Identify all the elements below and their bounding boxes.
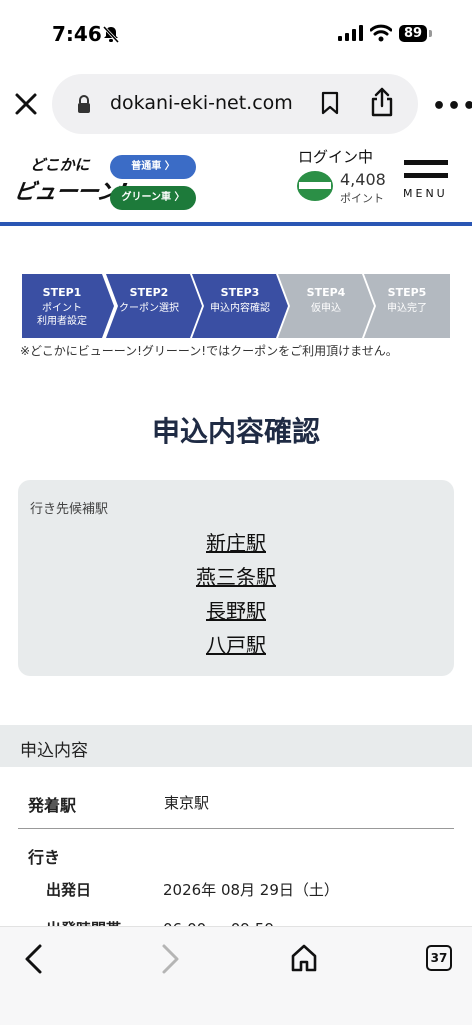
points-unit: ポイント xyxy=(340,192,384,205)
normal-car-button[interactable]: 普通車 〉 xyxy=(110,155,196,179)
station-link[interactable]: 燕三条駅 xyxy=(18,560,454,594)
station-link[interactable]: 長野駅 xyxy=(18,594,454,628)
departure-row: 発着駅 東京駅 xyxy=(18,778,454,829)
green-car-button[interactable]: グリーン車 〉 xyxy=(110,186,196,210)
lock-icon xyxy=(78,95,90,113)
close-icon[interactable] xyxy=(12,90,40,118)
signal-icon xyxy=(338,25,363,41)
wifi-icon xyxy=(370,24,392,42)
application-section-header: 申込内容 xyxy=(0,725,472,767)
step-title: STEP2 xyxy=(129,286,169,299)
section-title: 申込内容 xyxy=(20,741,88,761)
browser-toolbar: dokani-eki-net.com ••• xyxy=(0,70,472,140)
station-link[interactable]: 八戸駅 xyxy=(18,628,454,662)
step-title: STEP4 xyxy=(306,286,346,299)
bookmark-icon[interactable] xyxy=(320,91,340,115)
status-bar: 7:46 89 xyxy=(0,0,472,70)
address-bar[interactable]: dokani-eki-net.com xyxy=(52,74,418,134)
step-label: クーポン選択 xyxy=(119,303,179,314)
battery-icon: 89 xyxy=(399,25,427,42)
url-text[interactable]: dokani-eki-net.com xyxy=(110,92,300,114)
page-title: 申込内容確認 xyxy=(151,415,320,448)
step-label: 申込内容確認 xyxy=(210,303,270,314)
battery-tip xyxy=(429,30,432,37)
bell-muted-icon xyxy=(102,25,120,43)
point-logo-icon xyxy=(297,171,333,201)
step-title: STEP3 xyxy=(220,286,260,299)
step-label: 仮申込 xyxy=(311,303,341,314)
candidate-list: 新庄駅 燕三条駅 長野駅 八戸駅 xyxy=(18,526,454,662)
browser-bottom-bar: 37 xyxy=(0,926,472,1025)
site-logo[interactable]: どこかに ビューーン! xyxy=(12,154,128,210)
coupon-note: ※どこかにビューーン!グリーーン!ではクーポンをご利用頂けません。 xyxy=(20,344,398,358)
step-1: STEP1 ポイント 利用者設定 xyxy=(22,274,114,338)
step-title: STEP1 xyxy=(42,286,82,299)
step-3: STEP3 申込内容確認 xyxy=(192,274,288,338)
menu-label[interactable]: MENU xyxy=(403,187,448,200)
forward-icon[interactable] xyxy=(158,943,182,975)
departure-value: 東京駅 xyxy=(164,794,210,812)
step-2: STEP2 クーポン選択 xyxy=(106,274,202,338)
step-4: STEP4 仮申込 xyxy=(278,274,374,338)
step-progress: STEP1 ポイント 利用者設定 STEP2 クーポン選択 STEP3 申込内容… xyxy=(22,274,450,338)
date-value: 2026年 08月 29日（土） xyxy=(163,881,339,899)
candidate-stations-box: 行き先候補駅 新庄駅 燕三条駅 長野駅 八戸駅 xyxy=(18,480,454,676)
more-icon[interactable]: ••• xyxy=(432,94,472,119)
step-5: STEP5 申込完了 xyxy=(364,274,450,338)
share-icon[interactable] xyxy=(370,87,394,117)
step-label: 申込完了 xyxy=(387,303,427,314)
tabs-icon[interactable]: 37 xyxy=(426,945,452,971)
status-time: 7:46 xyxy=(52,22,102,46)
back-icon[interactable] xyxy=(22,943,46,975)
site-header: どこかに ビューーン! 普通車 〉 グリーン車 〉 ログイン中 4,408 ポイ… xyxy=(0,140,472,226)
step-title: STEP5 xyxy=(387,286,427,299)
candidate-label: 行き先候補駅 xyxy=(30,502,109,517)
home-icon[interactable] xyxy=(290,943,318,973)
login-status: ログイン中 xyxy=(298,148,374,166)
step-label: ポイント 利用者設定 xyxy=(37,303,87,327)
date-label: 出発日 xyxy=(46,881,92,899)
points-value: 4,408 xyxy=(340,170,386,189)
logo-line1: どこかに xyxy=(30,156,90,174)
station-link[interactable]: 新庄駅 xyxy=(18,526,454,560)
departure-label: 発着駅 xyxy=(28,796,77,815)
going-label: 行き xyxy=(28,848,61,867)
menu-icon[interactable] xyxy=(404,160,448,186)
